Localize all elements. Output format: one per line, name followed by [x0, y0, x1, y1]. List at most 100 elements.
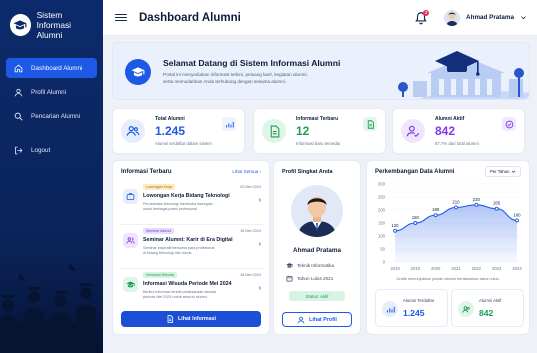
panel-title: Profil Singkat Anda: [282, 169, 333, 175]
calendar-icon: [286, 275, 293, 282]
data-point: [433, 213, 438, 218]
list-item[interactable]: Informasi Wisuda 18 Mei 2024 Informasi W…: [119, 269, 265, 313]
profile-graduation: Tahun Lulus 2021: [286, 275, 333, 282]
data-point: [413, 221, 418, 225]
item-title: Lowongan Kerja Bidang Teknologi: [143, 193, 230, 199]
sidebar-item-dashboard[interactable]: Dashboard Alumni: [6, 58, 97, 78]
top-header: Dashboard Alumni 3 Ahmad Pratama: [103, 0, 537, 36]
profile-major: Teknik Informatika: [286, 262, 334, 269]
chevron-right-icon: ›: [258, 197, 261, 204]
brand: Sistem Informasi Alumni: [0, 0, 103, 40]
view-profile-button[interactable]: Lihat Profil: [282, 312, 352, 327]
list-item[interactable]: Lowongan Kerja 20 Mei 2024 Lowongan Kerj…: [119, 181, 265, 225]
mini-stat-label: Alumni Aktif: [479, 298, 502, 303]
item-desc-line2: untuk berbagai posisi profesional.: [143, 207, 198, 211]
y-tick-label: 300: [378, 182, 386, 187]
user-icon: [14, 88, 23, 97]
see-all-label: Lihat Semua: [232, 169, 259, 174]
bar-chart-icon: [382, 301, 398, 317]
welcome-line1: Portal ini menyediakan informasi terkini…: [163, 72, 308, 77]
data-point: [474, 202, 479, 207]
user-name: Ahmad Pratama: [466, 14, 514, 21]
graduates-illustration: [0, 233, 103, 353]
x-tick-label: 2018: [390, 266, 400, 271]
data-point: [454, 205, 458, 210]
item-description: Berikut informasi terkait pelaksanaan wi…: [143, 290, 243, 300]
view-profile-label: Lihat Profil: [309, 316, 337, 323]
see-all-link[interactable]: Lihat Semua ›: [232, 169, 261, 174]
brand-title: Sistem Informasi Alumni: [37, 10, 95, 40]
briefcase-icon: [123, 189, 138, 204]
users-icon: [458, 301, 474, 317]
mini-stat-value: 1.245: [403, 308, 425, 318]
data-label: 150: [412, 215, 420, 220]
stat-card-total-alumni[interactable]: Total Alumni 1.245 Alumni terdaftar dala…: [112, 108, 245, 154]
stat-label: Informasi Terbaru: [296, 116, 339, 122]
file-text-icon: [363, 117, 377, 131]
item-date: 20 Mei 2024: [240, 185, 261, 189]
item-title: Informasi Wisuda Periode Mei 2024: [143, 281, 232, 287]
check-circle-icon: [502, 117, 516, 131]
x-tick-label: 2022: [472, 266, 482, 271]
graduation-cap-icon: [123, 277, 138, 292]
x-tick-label: 2019: [411, 266, 421, 271]
notification-badge: 3: [423, 9, 430, 16]
category-tag: Informasi Wisuda: [143, 272, 177, 278]
sidebar-nav: Dashboard Alumni Profil Alumni Pencarian…: [0, 58, 103, 160]
period-select[interactable]: Per Tahun: [485, 166, 521, 177]
brand-title-line1: Sistem Informasi: [36, 10, 72, 30]
users-icon: [123, 233, 138, 248]
profile-graduation-label: Tahun Lulus 2021: [297, 276, 334, 281]
profile-name: Ahmad Pratama: [293, 247, 341, 254]
sidebar-item-label: Profil Alumni: [31, 88, 66, 96]
sidebar: Sistem Informasi Alumni Dashboard Alumni…: [0, 0, 103, 353]
chevron-down-icon: [511, 170, 516, 173]
logout-button[interactable]: Logout: [6, 140, 97, 160]
item-description: Seminar inspiratif bersama para profesio…: [143, 246, 243, 256]
chevron-right-icon: ›: [258, 241, 261, 248]
view-info-label: Lihat Informasi: [178, 316, 216, 322]
sidebar-item-label: Dashboard Alumni: [31, 64, 83, 72]
item-desc-line2: periode Mei 2024 untuk seluruh alumni.: [143, 295, 208, 299]
x-tick-label: 2023: [492, 266, 502, 271]
stat-card-active-alumni[interactable]: Alumni Aktif 842 67,7% dari total alumni: [392, 108, 525, 154]
sidebar-item-profile[interactable]: Profil Alumni: [6, 82, 97, 102]
category-tag: Lowongan Kerja: [143, 184, 175, 190]
data-point: [515, 218, 519, 223]
menu-toggle-icon[interactable]: [115, 12, 127, 24]
mini-stat-label: Alumni Terdaftar: [403, 298, 435, 303]
notification-button[interactable]: 3: [414, 9, 430, 25]
data-label: 220: [473, 197, 481, 202]
x-tick-label: 2021: [451, 266, 461, 271]
panel-title: Perkembangan Data Alumni: [375, 169, 455, 175]
stat-subtext: Alumni terdaftar dalam sistem: [155, 141, 212, 146]
sidebar-item-search[interactable]: Pencarian Alumni: [6, 106, 97, 126]
item-date: 18 Mei 2024: [240, 273, 261, 277]
item-date: 15 Mei 2024: [240, 229, 261, 233]
data-point: [393, 228, 397, 233]
area-fill: [395, 204, 517, 262]
stat-subtext: Informasi baru tersedia: [296, 141, 340, 146]
user-menu[interactable]: Ahmad Pratama: [438, 9, 527, 26]
brand-title-line2: Alumni: [36, 30, 63, 40]
graduation-cap-icon: [286, 263, 293, 268]
welcome-title: Selamat Datang di Sistem Informasi Alumn…: [163, 58, 341, 68]
page-title: Dashboard Alumni: [139, 11, 241, 24]
sidebar-item-label: Pencarian Alumni: [31, 112, 81, 120]
welcome-description: Portal ini menyediakan informasi terkini…: [163, 71, 383, 85]
panel-title: Informasi Terbaru: [121, 169, 172, 175]
profile-major-label: Teknik Informatika: [297, 263, 335, 268]
data-label: 160: [513, 212, 521, 217]
list-item[interactable]: Seminar Alumni 15 Mei 2024 Seminar Alumn…: [119, 225, 265, 269]
mini-stat-active: Alumni Aktif 842: [451, 289, 524, 327]
data-label: 180: [432, 207, 440, 212]
user-icon: [297, 316, 305, 323]
period-selected-value: Per Tahun: [490, 169, 510, 174]
stat-card-latest-info[interactable]: Informasi Terbaru 12 Informasi baru ters…: [253, 108, 386, 154]
item-description: Perusahaan teknologi membuka lowongan unt…: [143, 202, 243, 212]
stat-label: Total Alumni: [155, 116, 185, 122]
stat-label: Alumni Aktif: [435, 116, 465, 122]
logout-label: Logout: [31, 146, 51, 154]
view-info-button[interactable]: Lihat Informasi: [121, 311, 261, 327]
document-icon: [167, 315, 174, 323]
